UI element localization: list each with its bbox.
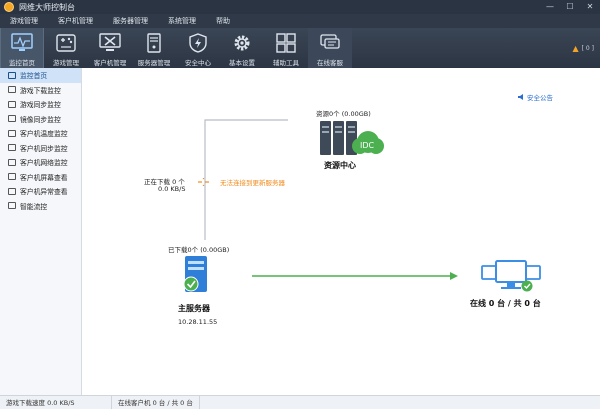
- menu-system-management[interactable]: 系统管理: [158, 14, 206, 28]
- main-toolbar: 监控首页 游戏管理 客户机管理 服务器管理 安全中心 基本设置 辅助工具 在线客…: [0, 28, 600, 68]
- app-logo-icon: [4, 2, 14, 12]
- tool-game-management[interactable]: 游戏管理: [44, 28, 88, 68]
- update-server-warning: 无法连接到更新服务器: [220, 179, 285, 187]
- chat-icon: [318, 31, 342, 55]
- grid-icon: [274, 31, 298, 55]
- gamepad-icon: [54, 31, 78, 55]
- window-controls: — ☐ ✕: [540, 0, 600, 14]
- broken-link-icon: [198, 178, 209, 186]
- shield-icon: [186, 31, 210, 55]
- sidebar-item-label: 客户机屏幕查看: [20, 173, 68, 182]
- monitor-icon: [10, 31, 34, 55]
- sidebar-item-label: 客户机异常查看: [20, 188, 68, 197]
- tool-label: 客户机管理: [93, 59, 127, 67]
- sidebar-item-label: 智能流控: [20, 202, 48, 211]
- tool-server-management[interactable]: 服务器管理: [132, 28, 176, 68]
- alert-count: [ 0 ]: [581, 44, 594, 52]
- resource-center-icon[interactable]: IDC: [318, 118, 388, 158]
- main-server-icon[interactable]: [182, 254, 212, 296]
- sidebar-item-game-download[interactable]: 游戏下载监控: [0, 83, 81, 98]
- network-icon: [8, 158, 16, 166]
- status-bar: 游戏下载速度 0.0 KB/S 在线客户机 0 台 / 共 0 台: [0, 395, 600, 409]
- warning-icon: ▲: [572, 43, 579, 53]
- sidebar-item-label: 监控首页: [20, 72, 48, 81]
- tool-security-center[interactable]: 安全中心: [176, 28, 220, 68]
- minimize-button[interactable]: —: [540, 0, 560, 14]
- sidebar: 监控首页 游戏下载监控 游戏同步监控 镜像同步监控 客户机温度监控 客户机同步监…: [0, 68, 82, 395]
- tool-monitor-home[interactable]: 监控首页: [0, 28, 44, 68]
- client-machines-icon[interactable]: [480, 258, 542, 296]
- window-title: 网维大师控制台: [19, 2, 75, 12]
- flow-control-icon: [8, 202, 16, 210]
- status-download-speed: 游戏下载速度 0.0 KB/S: [0, 395, 112, 409]
- resource-count-label: 资源0个 (0.00GB): [316, 110, 371, 118]
- image-sync-icon: [8, 115, 16, 123]
- tool-label: 在线客服: [317, 59, 343, 67]
- main-server-label: 主服务器: [178, 304, 210, 313]
- status-online-clients: 在线客户机 0 台 / 共 0 台: [112, 395, 200, 409]
- sidebar-item-client-network[interactable]: 客户机网络监控: [0, 155, 81, 170]
- maximize-button[interactable]: ☐: [560, 0, 580, 14]
- download-icon: [8, 86, 16, 94]
- monitor-dashboard: 安全公告 资源0个 (0.00GB) IDC 资源中心 正在下载 0 个 0.0…: [82, 68, 600, 395]
- client-sync-icon: [8, 144, 16, 152]
- download-speed: 0.0 KB/S: [158, 185, 186, 193]
- sync-icon: [8, 100, 16, 108]
- tool-aux-tools[interactable]: 辅助工具: [264, 28, 308, 68]
- sidebar-item-monitor-home[interactable]: 监控首页: [0, 68, 81, 83]
- sidebar-item-label: 游戏同步监控: [20, 101, 61, 110]
- sidebar-item-client-screen[interactable]: 客户机屏幕查看: [0, 170, 81, 185]
- tool-label: 基本设置: [229, 59, 255, 67]
- main-server-ip: 10.28.11.55: [178, 318, 218, 326]
- sidebar-item-client-sync[interactable]: 客户机同步监控: [0, 141, 81, 156]
- tool-label: 服务器管理: [137, 59, 171, 67]
- tool-label: 游戏管理: [53, 59, 79, 67]
- sidebar-item-client-temperature[interactable]: 客户机温度监控: [0, 126, 81, 141]
- title-bar: 网维大师控制台 — ☐ ✕: [0, 0, 600, 14]
- server-downloaded-label: 已下载0个 (0.00GB): [168, 246, 230, 254]
- idc-badge: IDC: [360, 141, 375, 150]
- sidebar-item-label: 客户机网络监控: [20, 159, 68, 168]
- home-icon: [8, 71, 16, 79]
- alert-counter[interactable]: ▲ [ 0 ]: [573, 28, 594, 68]
- client-tools-icon: [98, 31, 122, 55]
- sidebar-item-label: 游戏下载监控: [20, 86, 61, 95]
- tool-basic-settings[interactable]: 基本设置: [220, 28, 264, 68]
- thermometer-icon: [8, 129, 16, 137]
- gear-icon: [230, 31, 254, 55]
- menu-bar: 游戏管理 客户机管理 服务器管理 系统管理 帮助: [0, 14, 600, 28]
- tool-label: 辅助工具: [273, 59, 299, 67]
- menu-server-management[interactable]: 服务器管理: [103, 14, 158, 28]
- tool-client-management[interactable]: 客户机管理: [88, 28, 132, 68]
- client-link-arrow: [450, 272, 458, 280]
- screen-icon: [8, 173, 16, 181]
- tool-label: 监控首页: [9, 59, 35, 67]
- exception-icon: [8, 187, 16, 195]
- sidebar-item-label: 镜像同步监控: [20, 115, 61, 124]
- close-button[interactable]: ✕: [580, 0, 600, 14]
- menu-game-management[interactable]: 游戏管理: [0, 14, 48, 28]
- tool-online-support[interactable]: 在线客服: [308, 28, 352, 68]
- menu-help[interactable]: 帮助: [206, 14, 240, 28]
- sidebar-item-client-exception[interactable]: 客户机异常查看: [0, 184, 81, 199]
- sidebar-item-label: 客户机温度监控: [20, 130, 68, 139]
- sidebar-item-image-sync[interactable]: 镜像同步监控: [0, 112, 81, 127]
- menu-client-management[interactable]: 客户机管理: [48, 14, 103, 28]
- client-online-count: 在线 0 台 / 共 0 台: [470, 299, 541, 308]
- sidebar-item-smart-flow[interactable]: 智能流控: [0, 199, 81, 214]
- sidebar-item-game-sync[interactable]: 游戏同步监控: [0, 97, 81, 112]
- resource-center-label: 资源中心: [324, 161, 356, 170]
- tool-label: 安全中心: [185, 59, 211, 67]
- sidebar-item-label: 客户机同步监控: [20, 144, 68, 153]
- server-icon: [142, 31, 166, 55]
